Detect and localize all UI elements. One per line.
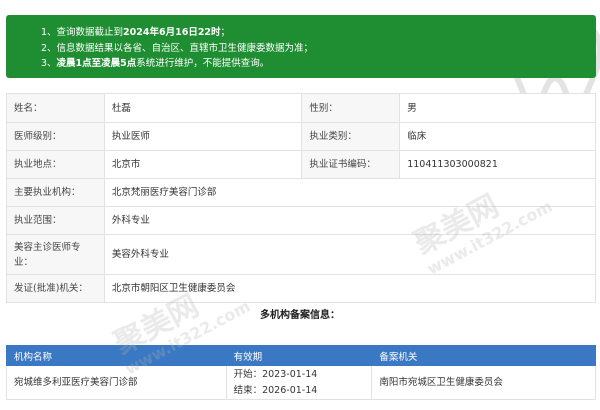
place-label: 执业地点： bbox=[6, 150, 105, 179]
name-value: 杜磊 bbox=[103, 93, 303, 123]
header-validity: 有效期 bbox=[225, 345, 373, 366]
reg-start-date: 开始：2023-01-14 bbox=[233, 368, 318, 380]
table-row: 宛城维多利亚医疗美容门诊部 开始：2023-01-14 结束：2026-01-1… bbox=[6, 365, 596, 400]
cert-value: 110411303000821 bbox=[399, 150, 596, 179]
table-row: 执业范围： 外科专业 bbox=[6, 206, 597, 235]
notice-bold-date: 2024年6月16日22时 bbox=[123, 27, 221, 38]
reg-authority: 南阳市宛城区卫生健康委员会 bbox=[371, 365, 596, 400]
level-value: 执业医师 bbox=[103, 122, 303, 151]
cosmetic-value: 美容外科专业 bbox=[103, 234, 597, 275]
notice-line-1: 1、查询数据截止到2024年6月16日22时； bbox=[41, 25, 596, 41]
multi-registration-title: 多机构备案信息： bbox=[260, 310, 340, 321]
notice-line-3: 3、凌晨1点至凌晨5点系统进行维护，不能提供查询。 bbox=[41, 56, 596, 72]
gender-label: 性别： bbox=[301, 93, 401, 123]
notice-banner: 1、查询数据截止到2024年6月16日22时； 2、信息数据结果以各省、自治区、… bbox=[6, 15, 596, 78]
reg-validity: 开始：2023-01-14 结束：2026-01-14 bbox=[225, 365, 373, 400]
table-row: 美容主诊医师专业： 美容外科专业 bbox=[6, 234, 597, 275]
category-label: 执业类别： bbox=[301, 122, 401, 151]
category-value: 临床 bbox=[399, 122, 596, 151]
notice-text: 1、查询数据截止到 bbox=[41, 27, 124, 38]
header-org-name: 机构名称 bbox=[6, 345, 227, 366]
cosmetic-label: 美容主诊医师专业： bbox=[6, 234, 105, 275]
table-row: 主要执业机构： 北京梵丽医疗美容门诊部 bbox=[6, 178, 597, 207]
reg-end-date: 结束：2026-01-14 bbox=[233, 384, 318, 396]
reg-org-name: 宛城维多利亚医疗美容门诊部 bbox=[6, 365, 227, 400]
scope-label: 执业范围： bbox=[6, 206, 105, 235]
level-label: 医师级别： bbox=[6, 122, 105, 151]
notice-text: 2、信息数据结果以各省、自治区、直辖市卫生健康委数据为准； bbox=[41, 42, 314, 54]
issuer-label: 发证(批准)机关： bbox=[6, 274, 105, 303]
doctor-info-table: 姓名： 杜磊 性别： 男 医师级别： 执业医师 执业类别： 临床 执业地点： 北… bbox=[6, 93, 597, 303]
notice-text: ； bbox=[220, 27, 231, 38]
scope-value: 外科专业 bbox=[103, 206, 597, 235]
header-authority: 备案机关 bbox=[371, 345, 596, 366]
org-value: 北京梵丽医疗美容门诊部 bbox=[103, 178, 597, 207]
issuer-value: 北京市朝阳区卫生健康委员会 bbox=[103, 274, 597, 303]
notice-bold-hours: 凌晨1点至凌晨5点 bbox=[56, 58, 137, 69]
table-header-row: 机构名称 有效期 备案机关 bbox=[6, 345, 596, 366]
notice-text: 系统进行维护，不能提供查询。 bbox=[136, 58, 270, 69]
table-row: 执业地点： 北京市 执业证书编码： 110411303000821 bbox=[6, 150, 596, 179]
page: 1、查询数据截止到2024年6月16日22时； 2、信息数据结果以各省、自治区、… bbox=[0, 0, 600, 410]
table-row: 医师级别： 执业医师 执业类别： 临床 bbox=[6, 122, 596, 151]
table-row: 发证(批准)机关： 北京市朝阳区卫生健康委员会 bbox=[6, 274, 597, 303]
notice-text: 3、 bbox=[41, 58, 57, 69]
name-label: 姓名： bbox=[6, 93, 105, 123]
table-row: 姓名： 杜磊 性别： 男 bbox=[6, 93, 596, 123]
cert-label: 执业证书编码： bbox=[301, 150, 401, 179]
multi-registration-table: 机构名称 有效期 备案机关 宛城维多利亚医疗美容门诊部 开始：2023-01-1… bbox=[6, 345, 596, 400]
gender-value: 男 bbox=[399, 93, 596, 123]
notice-line-2: 2、信息数据结果以各省、自治区、直辖市卫生健康委数据为准； bbox=[41, 41, 596, 57]
place-value: 北京市 bbox=[103, 150, 303, 179]
org-label: 主要执业机构： bbox=[6, 178, 105, 207]
